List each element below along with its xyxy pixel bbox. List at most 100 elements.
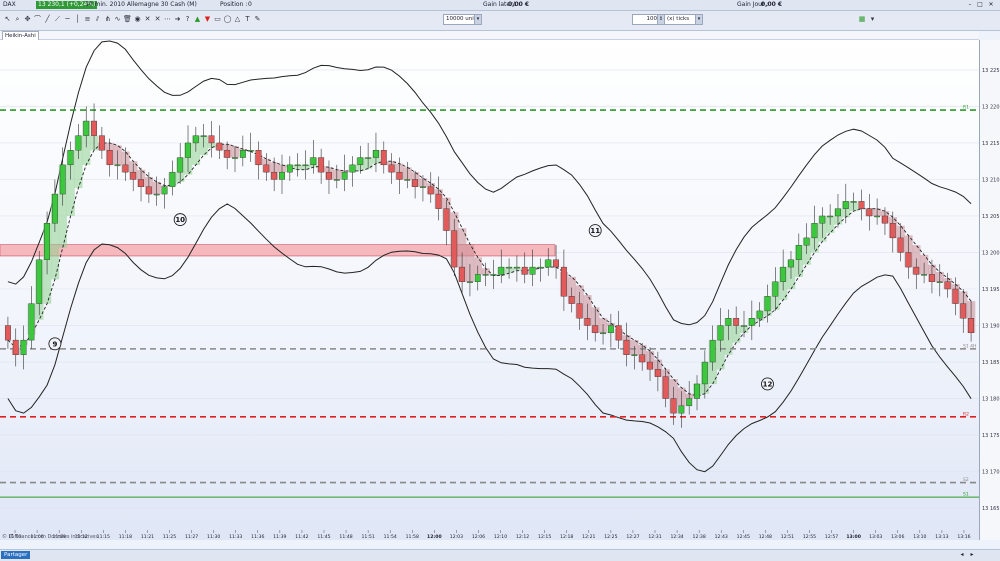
candle-body [256, 150, 261, 165]
x-tick-label: 12:21 [582, 534, 595, 540]
y-tick-label: 13 210 [982, 177, 1000, 183]
trash-icon[interactable]: 🗑 [123, 14, 132, 24]
y-axis: 13 16513 17013 17513 18013 18513 19013 1… [980, 40, 1000, 540]
scroll-left-icon[interactable]: ◂ [958, 551, 966, 559]
maximize-icon[interactable]: □ [976, 1, 984, 9]
text-icon[interactable]: T [243, 14, 252, 24]
x-tick-label: 12:51 [781, 534, 794, 540]
close-icon[interactable]: ✕ [987, 1, 995, 9]
x-tick-label: 12:25 [604, 534, 617, 540]
x-tick-label: 13:13 [935, 534, 948, 540]
candle-body [679, 406, 684, 413]
cross-multi-icon[interactable]: ✕ [153, 14, 162, 24]
candle-body [710, 340, 715, 362]
period-dropdown-icon[interactable]: ▾ [695, 14, 703, 25]
x-tick-label: 12:27 [626, 534, 639, 540]
candle-body [827, 216, 832, 217]
brush-icon[interactable]: ✎ [253, 14, 262, 24]
arrow-up-icon[interactable]: ▲ [193, 14, 202, 24]
candle-body [937, 282, 942, 283]
x-tick-label: 12:10 [494, 534, 507, 540]
x-tick-label: 11:15 [97, 534, 110, 540]
candle-body [898, 238, 903, 253]
x-tick-label: 12:18 [560, 534, 573, 540]
status-bar: Partager ◂ ▸ [0, 549, 1000, 561]
x-tick-label: 12:12 [516, 534, 529, 540]
candle-body [36, 260, 41, 304]
hline-icon[interactable]: ─ [63, 14, 72, 24]
level-label: R2 [963, 411, 969, 417]
cursor-icon[interactable]: ↖ [3, 14, 12, 24]
candlestick-chart[interactable]: R1R2S1S2S1 4H910111211:0311:0611:0911:12… [0, 40, 979, 540]
candle-body [311, 158, 316, 165]
x-tick-label: 12:43 [715, 534, 728, 540]
x-tick-label: 11:51 [362, 534, 375, 540]
position-value: 0 [248, 1, 252, 9]
candle-body [561, 267, 566, 296]
candle-body [264, 165, 269, 172]
candle-body [21, 340, 26, 355]
candle-body [138, 179, 143, 186]
chart-type-dropdown-icon[interactable]: ▾ [868, 14, 877, 24]
pan-icon[interactable]: ✥ [23, 14, 32, 24]
cross-icon[interactable]: ✕ [143, 14, 152, 24]
candle-body [177, 158, 182, 173]
channel-icon[interactable]: ⫽ [93, 14, 102, 24]
chart-area[interactable]: R1R2S1S2S1 4H910111211:0311:0611:0911:12… [0, 40, 980, 540]
y-tick-label: 13 190 [982, 324, 1000, 330]
candle-body [945, 282, 950, 289]
quantity-field[interactable]: 100 [632, 14, 660, 25]
x-tick-label: 11:30 [207, 534, 220, 540]
rectangle-icon[interactable]: ▭ [213, 14, 222, 24]
share-button[interactable]: Partager [1, 551, 30, 559]
candle-body [733, 318, 738, 325]
indicator-strip: Heikin-Ashi [0, 31, 979, 40]
candle-body [812, 223, 817, 238]
candle-body [295, 165, 300, 166]
tick-icon[interactable]: ⋯ [163, 14, 172, 24]
zoom-icon[interactable]: ⌕ [13, 14, 22, 24]
y-tick-label: 13 170 [982, 470, 1000, 476]
candle-body [530, 267, 535, 274]
candle-body [796, 245, 801, 260]
title-bar: DAX 13 230,1 (+0,24%) 10 min. 2010 Allem… [0, 0, 1000, 11]
x-tick-label: 12:38 [693, 534, 706, 540]
x-tick-label: 11:18 [119, 534, 132, 540]
candle-body [287, 165, 292, 172]
pitchfork-icon[interactable]: ⋔ [103, 14, 112, 24]
y-tick-label: 13 215 [982, 141, 1000, 147]
trendline-icon[interactable]: ╱ [43, 14, 52, 24]
units-dropdown-icon[interactable]: ▾ [474, 14, 482, 25]
x-tick-label: 11:25 [163, 534, 176, 540]
candle-body [154, 194, 159, 195]
ray-icon[interactable]: ⟋ [53, 14, 62, 24]
arrow-down-icon[interactable]: ▼ [203, 14, 212, 24]
candle-body [804, 238, 809, 245]
candle-body [632, 355, 637, 356]
arrow-right-icon[interactable]: ➜ [173, 14, 182, 24]
candle-body [467, 282, 472, 283]
chart-type-icon[interactable]: ▦ [855, 14, 869, 24]
x-tick-label: 12:34 [670, 534, 683, 540]
candle-body [397, 172, 402, 179]
triangle-icon[interactable]: △ [233, 14, 242, 24]
scroll-right-icon[interactable]: ▸ [968, 551, 976, 559]
wave-label-text: 10 [175, 216, 185, 224]
candle-body [773, 282, 778, 297]
candle-body [647, 362, 652, 369]
gain-jour-value: 0,00 € [761, 1, 782, 9]
x-tick-label: 13:06 [891, 534, 904, 540]
wave-icon[interactable]: ∿ [113, 14, 122, 24]
candle-body [326, 172, 331, 179]
magnet-icon[interactable]: ⌒ [33, 14, 42, 24]
vline-icon[interactable]: │ [73, 14, 82, 24]
help-icon[interactable]: ? [183, 14, 192, 24]
candle-body [162, 187, 167, 194]
y-tick-label: 13 220 [982, 104, 1000, 110]
fibonacci-icon[interactable]: ≡ [83, 14, 92, 24]
ellipse-icon[interactable]: ◯ [223, 14, 232, 24]
candle-body [921, 274, 926, 275]
y-tick-label: 13 195 [982, 287, 1000, 293]
eye-icon[interactable]: ◉ [133, 14, 142, 24]
minimize-icon[interactable]: – [966, 1, 974, 9]
